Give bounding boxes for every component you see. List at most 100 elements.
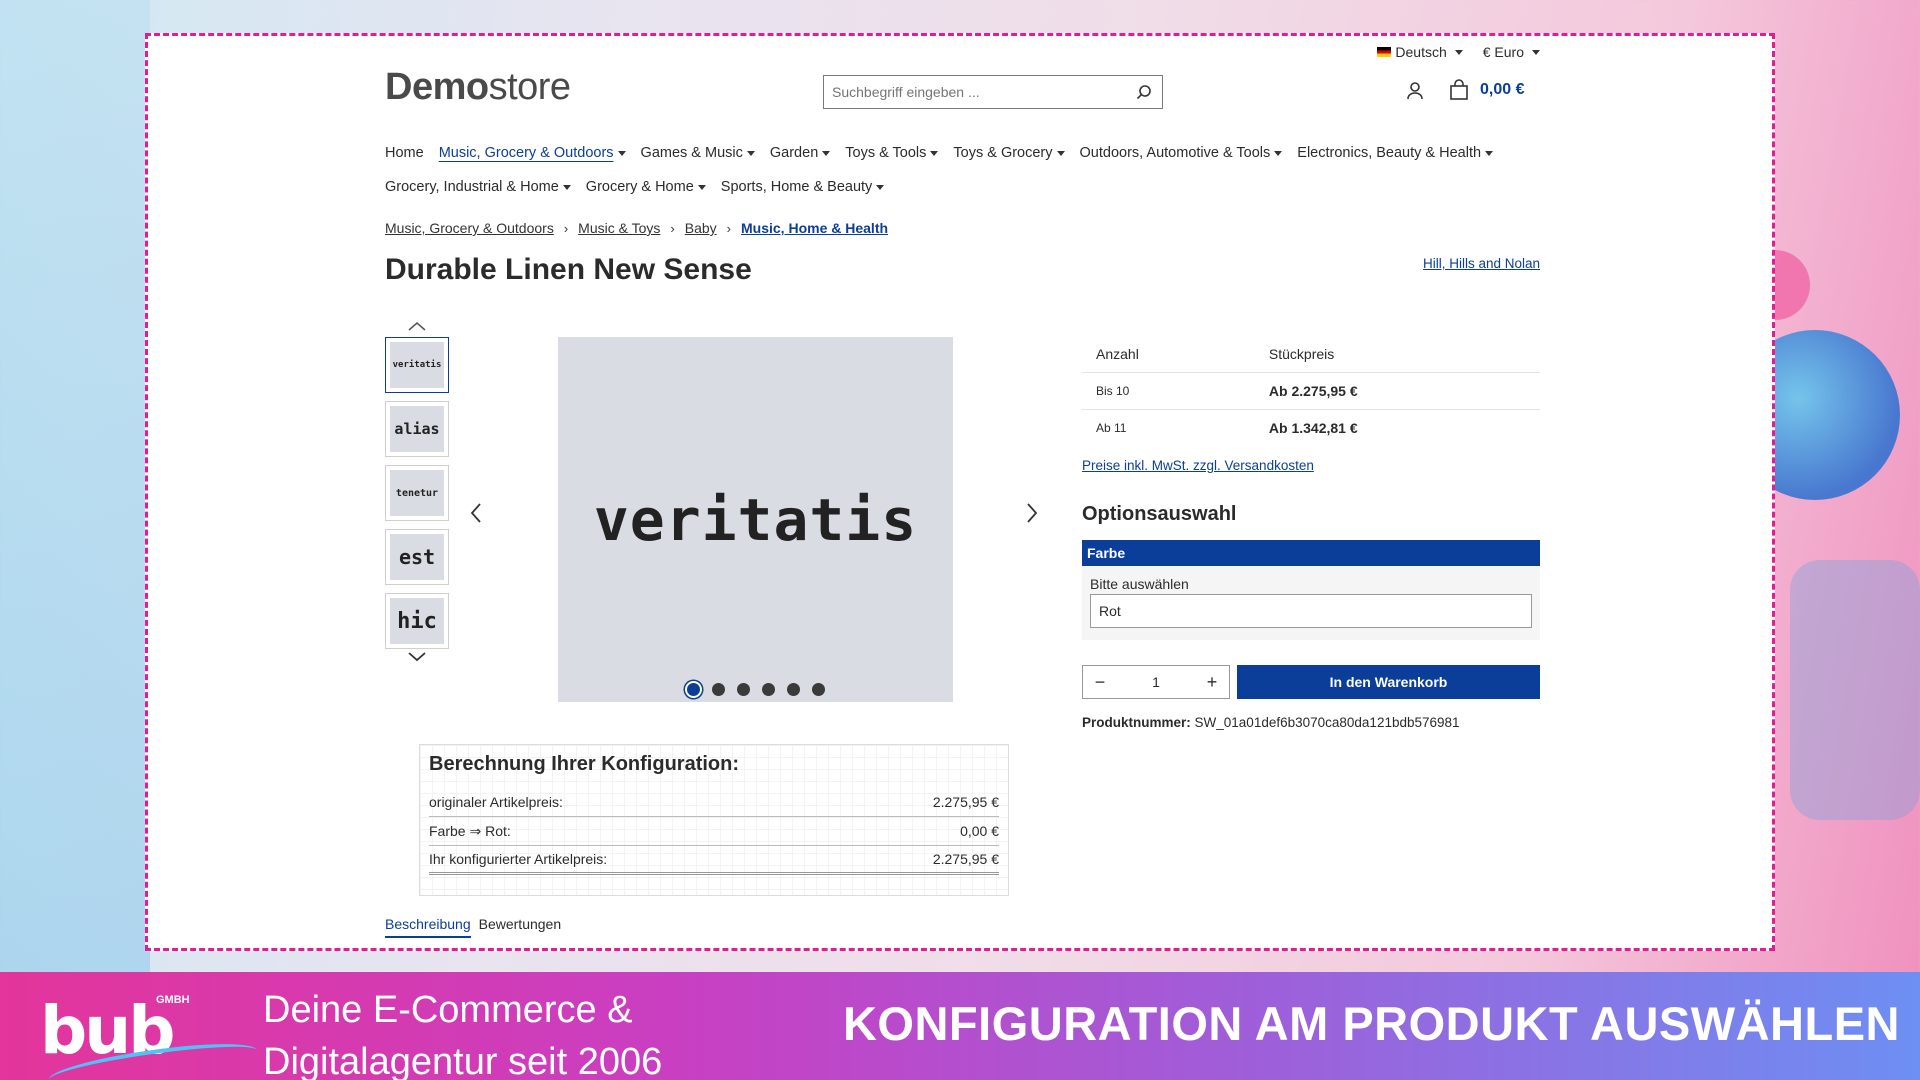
logo-suffix: GMBH: [156, 994, 190, 1006]
main-image-word: veritatis: [593, 485, 918, 554]
breadcrumb-current[interactable]: Music, Home & Health: [741, 220, 888, 236]
thumbnail[interactable]: veritatis: [385, 337, 449, 393]
promo-banner: bub GMBH Deine E-Commerce & Digitalagent…: [0, 972, 1920, 1080]
banner-headline: KONFIGURATION AM PRODUKT AUSWÄHLEN: [842, 997, 1900, 1050]
chevron-right-icon: ›: [726, 220, 731, 236]
cart-button[interactable]: 0,00 €: [1448, 79, 1524, 101]
thumbnail-word: veritatis: [390, 342, 444, 388]
gallery-prev-button[interactable]: [469, 501, 483, 530]
slider-dot[interactable]: [686, 683, 700, 696]
language-switcher[interactable]: Deutsch: [1377, 44, 1463, 60]
table-row: Ab 11 Ab 1.342,81 €: [1082, 409, 1540, 446]
logo-light: store: [488, 66, 571, 108]
add-to-cart-button[interactable]: In den Warenkorb: [1237, 665, 1540, 699]
caret-down-icon: [697, 184, 706, 190]
slider-dot[interactable]: [736, 683, 750, 696]
thumbnail[interactable]: tenetur: [385, 465, 449, 521]
nav-item-label: Toys & Tools: [845, 145, 927, 161]
caret-down-icon: [822, 150, 831, 156]
nav-item[interactable]: Home: [385, 145, 424, 161]
tab-description[interactable]: Beschreibung: [385, 916, 471, 938]
quantity-value[interactable]: 1: [1152, 674, 1160, 690]
nav-item[interactable]: Toys & Tools: [845, 145, 939, 161]
option-group-header: Farbe: [1082, 540, 1540, 566]
tab-reviews[interactable]: Bewertungen: [479, 916, 562, 938]
nav-item[interactable]: Grocery & Home: [586, 179, 706, 195]
background-blue-shape: [1790, 560, 1920, 820]
nav-item-label: Sports, Home & Beauty: [720, 179, 873, 195]
table-cell-price: Ab 1.342,81 €: [1254, 409, 1540, 446]
calculation-row: Farbe ⇒ Rot: 0,00 €: [429, 817, 999, 846]
option-group-body: Bitte auswählen Rot: [1082, 566, 1540, 640]
nav-item-label: Electronics, Beauty & Health: [1297, 145, 1482, 161]
account-button[interactable]: [1405, 81, 1425, 106]
caret-down-icon: [1274, 150, 1283, 156]
thumbnail[interactable]: alias: [385, 401, 449, 457]
tagline-line: Deine E-Commerce &: [263, 989, 633, 1031]
thumbnail-word: alias: [390, 406, 444, 452]
nav-item[interactable]: Sports, Home & Beauty: [721, 179, 885, 195]
plus-icon[interactable]: +: [1203, 672, 1221, 693]
minus-icon[interactable]: −: [1091, 672, 1109, 693]
tax-shipping-link[interactable]: Preise inkl. MwSt. zzgl. Versandkosten: [1082, 458, 1540, 473]
product-title: Durable Linen New Sense: [385, 253, 752, 286]
search-input[interactable]: [824, 84, 1126, 100]
nav-item[interactable]: Music, Grocery & Outdoors: [439, 145, 626, 161]
currency-switcher[interactable]: € Euro: [1483, 44, 1540, 60]
color-select[interactable]: Rot: [1090, 594, 1532, 628]
product-number-label: Produktnummer:: [1082, 715, 1191, 730]
main-navigation: Home Music, Grocery & Outdoors Games & Mus…: [385, 136, 1540, 204]
currency-label: € Euro: [1482, 44, 1524, 60]
calculation-value: 2.275,95 €: [932, 851, 999, 867]
nav-item[interactable]: Games & Music: [641, 145, 755, 161]
breadcrumb-item[interactable]: Baby: [685, 220, 717, 236]
breadcrumb-item[interactable]: Music, Grocery & Outdoors: [385, 220, 554, 236]
caret-down-icon: [876, 184, 885, 190]
configuration-calculation: Berechnung Ihrer Konfiguration: original…: [419, 744, 1009, 896]
buy-box: Anzahl Stückpreis Bis 10 Ab 2.275,95 € A…: [1082, 336, 1540, 730]
search-box: [823, 75, 1163, 109]
thumbnail[interactable]: hic: [385, 593, 449, 649]
thumbnail-down-button[interactable]: [407, 650, 427, 668]
search-button[interactable]: [1126, 76, 1162, 108]
store-logo[interactable]: Demostore: [385, 66, 571, 109]
chevron-down-icon: [408, 652, 426, 662]
slider-dot[interactable]: [761, 683, 775, 696]
caret-down-icon: [562, 184, 571, 190]
caret-down-icon: [1485, 150, 1494, 156]
tagline-line: Digitalagentur seit 2006: [263, 1041, 663, 1080]
thumbnail-up-button[interactable]: [407, 319, 427, 337]
thumbnail[interactable]: est: [385, 529, 449, 585]
breadcrumb-item[interactable]: Music & Toys: [578, 220, 660, 236]
manufacturer-link[interactable]: Hill, Hills and Nolan: [1423, 256, 1540, 271]
thumbnail-list: veritatis alias tenetur est hic: [385, 337, 449, 657]
cart-total: 0,00 €: [1480, 81, 1525, 98]
nav-item[interactable]: Outdoors, Automotive & Tools: [1080, 145, 1283, 161]
calculation-value: 2.275,95 €: [932, 794, 999, 810]
calculation-title: Berechnung Ihrer Konfiguration:: [429, 753, 739, 775]
product-main-image[interactable]: veritatis: [558, 337, 953, 702]
gallery-next-button[interactable]: [1025, 501, 1039, 530]
thumbnail-word: tenetur: [390, 470, 444, 516]
nav-item[interactable]: Grocery, Industrial & Home: [385, 179, 571, 195]
caret-down-icon: [1532, 49, 1540, 55]
product-tabs: Beschreibung Bewertungen: [385, 916, 561, 938]
top-bar: Deutsch € Euro: [1377, 44, 1540, 60]
calculation-label: Farbe ⇒ Rot:: [429, 822, 511, 839]
slider-dot[interactable]: [786, 683, 800, 696]
add-to-cart-form: − 1 + In den Warenkorb: [1082, 665, 1540, 699]
nav-item[interactable]: Garden: [770, 145, 831, 161]
nav-item[interactable]: Electronics, Beauty & Health: [1297, 145, 1494, 161]
slider-dot[interactable]: [711, 683, 725, 696]
caret-down-icon: [1056, 150, 1065, 156]
slider-dot[interactable]: [811, 683, 825, 696]
options-title: Optionsauswahl: [1082, 503, 1237, 525]
nav-item-label: Home: [385, 145, 424, 161]
nav-item[interactable]: Toys & Grocery: [953, 145, 1065, 161]
caret-down-icon: [617, 150, 626, 156]
table-row: Bis 10 Ab 2.275,95 €: [1082, 372, 1540, 410]
table-cell-qty: Ab 11: [1082, 409, 1255, 446]
screenshot-frame: Deutsch € Euro Demostore 0,00 €: [145, 33, 1775, 951]
calculation-value: 0,00 €: [960, 823, 999, 839]
color-select-value: Rot: [1099, 603, 1121, 619]
